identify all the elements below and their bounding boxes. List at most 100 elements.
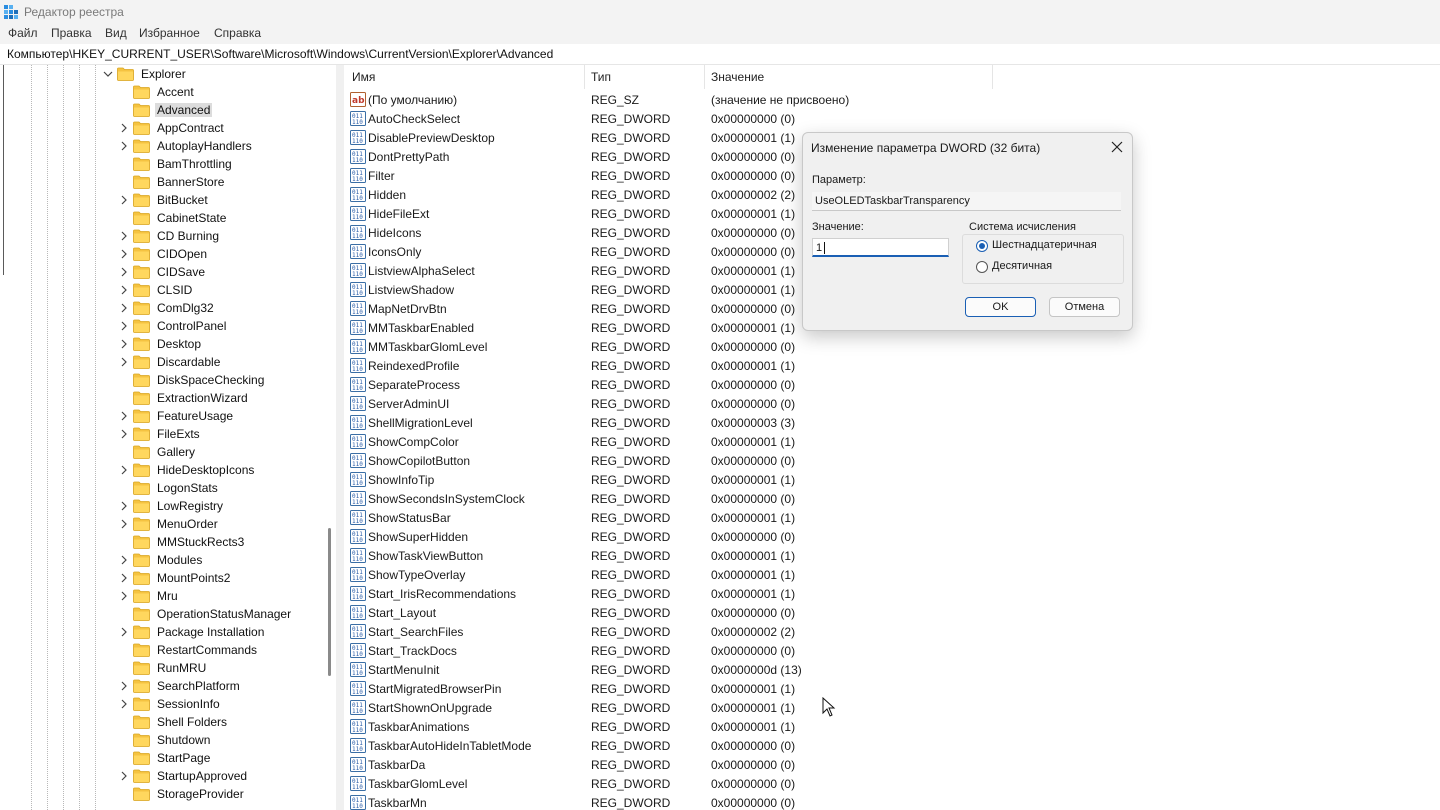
chevron-right-icon[interactable] — [118, 464, 130, 476]
menu-file[interactable]: Файл — [8, 26, 38, 40]
svg-text:110: 110 — [352, 518, 363, 525]
chevron-right-icon[interactable] — [118, 122, 130, 134]
chevron-right-icon[interactable] — [118, 500, 130, 512]
table-row[interactable]: 011 110 ReindexedProfile REG_DWORD 0x0000000… — [344, 356, 1440, 375]
menu-help[interactable]: Справка — [214, 26, 261, 40]
chevron-down-icon[interactable] — [102, 68, 114, 80]
chevron-right-icon[interactable] — [118, 410, 130, 422]
chevron-right-icon[interactable] — [118, 248, 130, 260]
table-row[interactable]: 011 110 MMTaskbarGlomLevel REG_DWORD 0x00000… — [344, 337, 1440, 356]
chevron-right-icon[interactable] — [118, 680, 130, 692]
value-data: 0x00000000 (0) — [711, 758, 796, 772]
chevron-right-icon[interactable] — [118, 266, 130, 278]
address-path[interactable]: Компьютер\HKEY_CURRENT_USER\Software\Mic… — [7, 47, 553, 61]
svg-text:110: 110 — [352, 689, 363, 696]
chevron-right-icon[interactable] — [118, 698, 130, 710]
binary-value-icon: 011 110 — [350, 339, 366, 354]
tree-item-label: MountPoints2 — [157, 571, 231, 585]
table-row[interactable]: 011 110 Start_Layout REG_DWORD 0x00000000 (0… — [344, 603, 1440, 622]
chevron-right-icon[interactable] — [118, 590, 130, 602]
table-row[interactable]: 011 110 TaskbarDa REG_DWORD 0x00000000 (0) — [344, 755, 1440, 774]
chevron-right-icon[interactable] — [118, 572, 130, 584]
table-row[interactable]: 011 110 ShowTaskViewButton REG_DWORD 0x00000… — [344, 546, 1440, 565]
svg-text:110: 110 — [352, 347, 363, 354]
table-row[interactable]: ab (По умолчанию) REG_SZ (значение не присв… — [344, 90, 1440, 109]
address-bar[interactable]: Компьютер\HKEY_CURRENT_USER\Software\Mic… — [0, 44, 1440, 65]
radio-decimal[interactable] — [976, 261, 988, 273]
chevron-right-icon[interactable] — [118, 320, 130, 332]
radio-hexadecimal[interactable] — [976, 240, 988, 252]
table-row[interactable]: 011 110 Start_SearchFiles REG_DWORD 0x000000… — [344, 622, 1440, 641]
table-row[interactable]: 011 110 TaskbarGlomLevel REG_DWORD 0x0000000… — [344, 774, 1440, 793]
chevron-right-icon[interactable] — [118, 554, 130, 566]
value-type: REG_DWORD — [591, 549, 671, 563]
table-row[interactable]: 011 110 ShowInfoTip REG_DWORD 0x00000001 (1) — [344, 470, 1440, 489]
chevron-right-icon[interactable] — [118, 140, 130, 152]
value-data: 0x00000001 (1) — [711, 568, 796, 582]
folder-icon — [133, 643, 150, 657]
key-tree[interactable]: Explorer Accent Advanced AppContract Autopla… — [0, 65, 336, 810]
chevron-right-icon[interactable] — [118, 230, 130, 242]
tree-scrollbar-thumb[interactable] — [328, 528, 331, 676]
radio-hexadecimal-label[interactable]: Шестнадцатеричная — [992, 239, 1097, 251]
string-value-icon: ab — [350, 92, 366, 107]
value-data: 0x00000000 (0) — [711, 112, 796, 126]
svg-text:110: 110 — [352, 271, 363, 278]
table-row[interactable]: 011 110 StartMigratedBrowserPin REG_DWORD 0x… — [344, 679, 1440, 698]
binary-value-icon: 011 110 — [350, 149, 366, 164]
table-row[interactable]: 011 110 ShowCopilotButton REG_DWORD 0x000000… — [344, 451, 1440, 470]
column-header-value[interactable]: Значение — [711, 70, 764, 84]
column-separator[interactable] — [992, 65, 993, 89]
column-header-type[interactable]: Тип — [591, 70, 611, 84]
table-row[interactable]: 011 110 ShowSuperHidden REG_DWORD 0x00000000… — [344, 527, 1440, 546]
table-row[interactable]: 011 110 TaskbarMn REG_DWORD 0x00000000 (0) — [344, 793, 1440, 810]
table-row[interactable]: 011 110 SeparateProcess REG_DWORD 0x00000000… — [344, 375, 1440, 394]
tree-item-label: StorageProvider — [157, 787, 244, 801]
tree-item-label: Package Installation — [157, 625, 265, 639]
chevron-right-icon[interactable] — [118, 428, 130, 440]
column-separator[interactable] — [704, 65, 705, 89]
table-row[interactable]: 011 110 ShowStatusBar REG_DWORD 0x00000001 (… — [344, 508, 1440, 527]
chevron-right-icon[interactable] — [118, 194, 130, 206]
close-icon[interactable] — [1109, 139, 1125, 155]
chevron-right-icon[interactable] — [118, 518, 130, 530]
chevron-right-icon[interactable] — [118, 338, 130, 350]
value-name: Start_Layout — [368, 606, 437, 620]
svg-text:110: 110 — [352, 176, 363, 183]
pane-splitter[interactable] — [336, 65, 344, 810]
chevron-right-icon[interactable] — [118, 626, 130, 638]
tree-item-label: RunMRU — [157, 661, 207, 675]
table-row[interactable]: 011 110 Start_IrisRecommendations REG_DWORD… — [344, 584, 1440, 603]
chevron-right-icon[interactable] — [118, 770, 130, 782]
value-type: REG_DWORD — [591, 112, 671, 126]
table-row[interactable]: 011 110 ShowCompColor REG_DWORD 0x00000001 (… — [344, 432, 1440, 451]
table-row[interactable]: 011 110 ShowSecondsInSystemClock REG_DWORD 0… — [344, 489, 1440, 508]
value-data-input[interactable]: 1 — [812, 238, 949, 257]
table-row[interactable]: 011 110 StartShownOnUpgrade REG_DWORD 0x0000… — [344, 698, 1440, 717]
menu-favorites[interactable]: Избранное — [139, 26, 200, 40]
chevron-right-icon[interactable] — [118, 284, 130, 296]
table-row[interactable]: 011 110 Start_TrackDocs REG_DWORD 0x00000000… — [344, 641, 1440, 660]
table-row[interactable]: 011 110 ShellMigrationLevel REG_DWORD 0x0000… — [344, 413, 1440, 432]
menu-edit[interactable]: Правка — [51, 26, 92, 40]
table-row[interactable]: 011 110 ShowTypeOverlay REG_DWORD 0x00000001… — [344, 565, 1440, 584]
ok-button[interactable]: OK — [965, 297, 1036, 317]
table-row[interactable]: 011 110 TaskbarAnimations REG_DWORD 0x000000… — [344, 717, 1440, 736]
table-row[interactable]: 011 110 TaskbarAutoHideInTabletMode REG_DWO… — [344, 736, 1440, 755]
folder-icon — [133, 535, 150, 549]
column-header-name[interactable]: Имя — [352, 70, 375, 84]
table-row[interactable]: 011 110 StartMenuInit REG_DWORD 0x0000000d (… — [344, 660, 1440, 679]
radio-decimal-label[interactable]: Десятичная — [992, 260, 1052, 272]
tree-item-label: CIDSave — [157, 265, 206, 279]
cancel-button[interactable]: Отмена — [1049, 297, 1120, 317]
value-name: ShowTypeOverlay — [368, 568, 466, 582]
chevron-right-icon[interactable] — [118, 356, 130, 368]
folder-icon — [133, 481, 150, 495]
title-bar: Редактор реестра — [0, 0, 1440, 24]
table-row[interactable]: 011 110 AutoCheckSelect REG_DWORD 0x00000000… — [344, 109, 1440, 128]
table-row[interactable]: 011 110 ServerAdminUI REG_DWORD 0x00000000 (… — [344, 394, 1440, 413]
chevron-right-icon[interactable] — [118, 302, 130, 314]
folder-icon — [133, 607, 150, 621]
menu-view[interactable]: Вид — [105, 26, 127, 40]
column-separator[interactable] — [584, 65, 585, 89]
